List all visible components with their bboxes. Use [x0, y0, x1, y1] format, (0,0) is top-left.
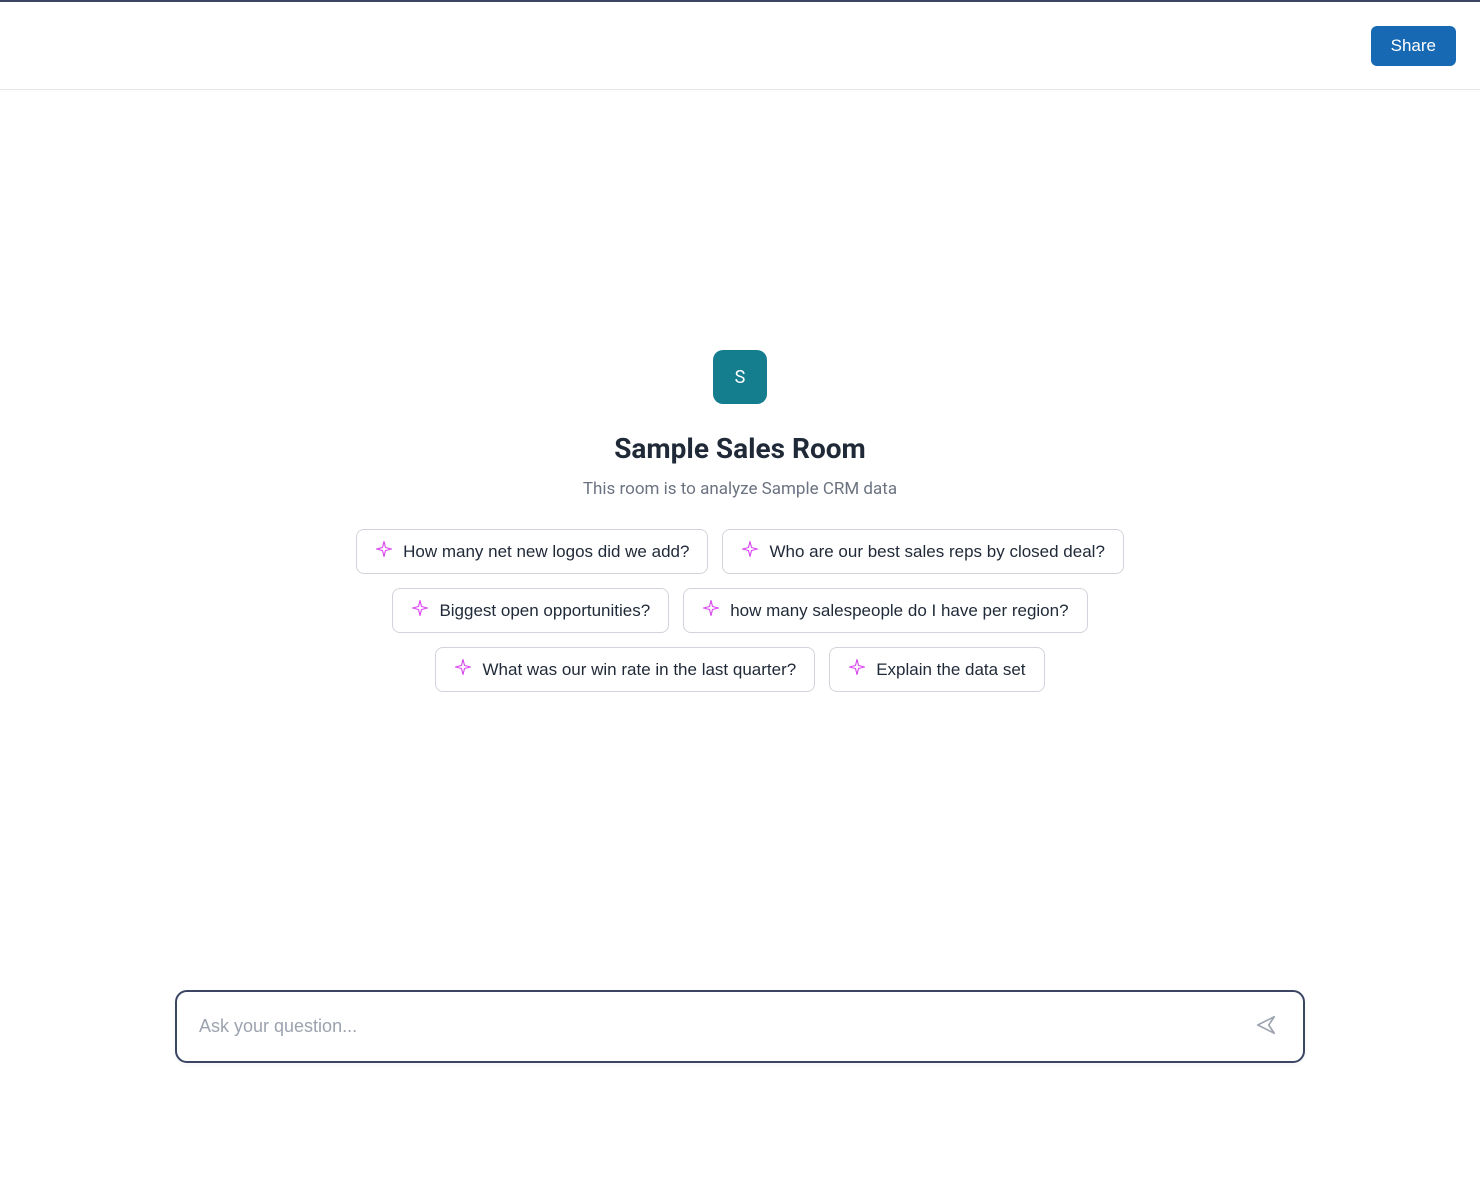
suggestion-label: Explain the data set: [876, 660, 1025, 680]
suggestion-chip[interactable]: What was our win rate in the last quarte…: [435, 647, 815, 692]
suggestion-label: how many salespeople do I have per regio…: [730, 601, 1068, 621]
main-content: S Sample Sales Room This room is to anal…: [0, 90, 1480, 692]
header: Share: [0, 2, 1480, 90]
question-input[interactable]: [199, 1016, 1251, 1037]
sparkle-icon: [454, 658, 472, 681]
suggestion-label: What was our win rate in the last quarte…: [482, 660, 796, 680]
avatar: S: [713, 350, 767, 404]
input-container: [175, 990, 1305, 1063]
input-box: [175, 990, 1305, 1063]
suggestion-chip[interactable]: Explain the data set: [829, 647, 1044, 692]
sparkle-icon: [411, 599, 429, 622]
room-subtitle: This room is to analyze Sample CRM data: [583, 479, 897, 499]
suggestion-chip[interactable]: how many salespeople do I have per regio…: [683, 588, 1087, 633]
suggestion-chip[interactable]: Who are our best sales reps by closed de…: [722, 529, 1123, 574]
sparkle-icon: [702, 599, 720, 622]
suggestion-label: Who are our best sales reps by closed de…: [769, 542, 1104, 562]
suggestion-label: Biggest open opportunities?: [439, 601, 650, 621]
send-icon: [1255, 1014, 1277, 1039]
sparkle-icon: [375, 540, 393, 563]
share-button[interactable]: Share: [1371, 26, 1456, 66]
sparkle-icon: [741, 540, 759, 563]
suggestion-label: How many net new logos did we add?: [403, 542, 689, 562]
sparkle-icon: [848, 658, 866, 681]
suggestion-chip[interactable]: Biggest open opportunities?: [392, 588, 669, 633]
send-button[interactable]: [1251, 1010, 1281, 1043]
suggestion-chip[interactable]: How many net new logos did we add?: [356, 529, 708, 574]
room-title: Sample Sales Room: [614, 432, 866, 465]
suggestions-container: How many net new logos did we add? Who a…: [340, 529, 1140, 692]
